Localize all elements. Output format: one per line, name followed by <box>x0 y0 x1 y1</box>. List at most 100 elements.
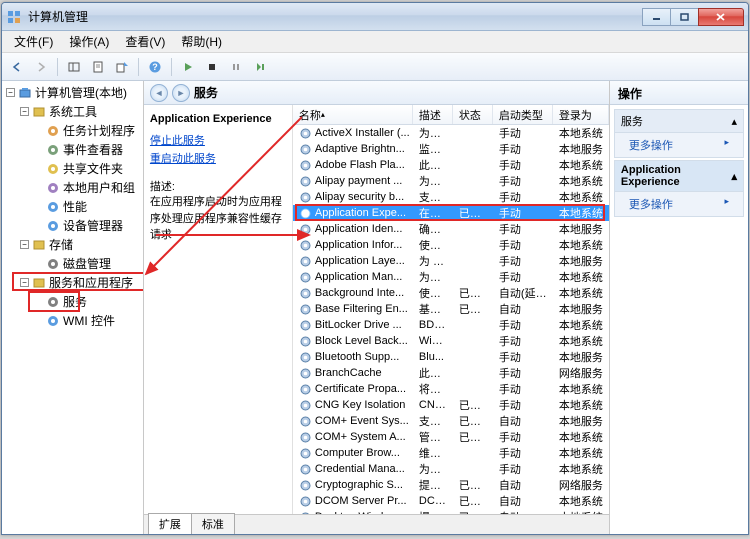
service-row[interactable]: COM+ Event Sys...支持...已启动自动本地服务 <box>293 413 609 429</box>
restart-button[interactable] <box>249 56 271 78</box>
tree-item[interactable]: 事件查看器 <box>2 140 143 159</box>
service-row[interactable]: Application Infor...使用...手动本地系统 <box>293 237 609 253</box>
maximize-button[interactable] <box>670 8 698 26</box>
service-name: Bluetooth Supp... <box>293 351 413 364</box>
close-button[interactable] <box>698 8 744 26</box>
actions-body: 服务▴更多操作 ▸Application Experience▴更多操作 ▸ <box>610 105 748 223</box>
menu-item[interactable]: 查看(V) <box>117 31 173 52</box>
tree-item[interactable]: 共享文件夹 <box>2 159 143 178</box>
stop-service-link[interactable]: 停止此服务 <box>150 133 286 151</box>
service-row[interactable]: Certificate Propa...将用...手动本地系统 <box>293 381 609 397</box>
menu-item[interactable]: 文件(F) <box>6 31 61 52</box>
service-row[interactable]: Base Filtering En...基本...已启动自动本地服务 <box>293 301 609 317</box>
service-row[interactable]: DCOM Server Pr...DCO...已启动自动本地系统 <box>293 493 609 509</box>
services-list[interactable]: 名称 ▴描述状态启动类型登录为ActiveX Installer (...为从.… <box>292 105 609 514</box>
service-row[interactable]: BranchCache此服...手动网络服务 <box>293 365 609 381</box>
service-startup: 自动(延迟... <box>493 285 553 301</box>
service-logon: 本地系统 <box>553 333 609 349</box>
service-row[interactable]: Desktop Windo...提供...已启动自动本地系统 <box>293 509 609 514</box>
gear-icon <box>299 127 312 140</box>
service-startup: 手动 <box>493 317 553 333</box>
service-row[interactable]: Background Inte...使用...已启动自动(延迟...本地系统 <box>293 285 609 301</box>
view-tab[interactable]: 标准 <box>191 513 235 534</box>
column-header[interactable]: 状态 <box>453 105 493 124</box>
service-desc: Win... <box>413 335 453 347</box>
menu-item[interactable]: 操作(A) <box>61 31 117 52</box>
service-row[interactable]: Cryptographic S...提供...已启动自动网络服务 <box>293 477 609 493</box>
play-button[interactable] <box>177 56 199 78</box>
service-row[interactable]: Application Expe...在应...已启动手动本地系统 <box>293 205 609 221</box>
window-buttons <box>642 8 744 26</box>
tree-root[interactable]: −计算机管理(本地) <box>2 83 143 102</box>
service-row[interactable]: BitLocker Drive ...BDE...手动本地系统 <box>293 317 609 333</box>
service-name: Block Level Back... <box>293 335 413 348</box>
service-row[interactable]: Bluetooth Supp...Blu...手动本地服务 <box>293 349 609 365</box>
service-row[interactable]: Adobe Flash Pla...此服...手动本地系统 <box>293 157 609 173</box>
service-row[interactable]: Adaptive Brightn...监视...手动本地服务 <box>293 141 609 157</box>
service-startup: 手动 <box>493 125 553 141</box>
service-row[interactable]: Application Iden...确定...手动本地服务 <box>293 221 609 237</box>
tree-item[interactable]: 性能 <box>2 197 143 216</box>
nav-back-icon[interactable]: ◄ <box>150 84 168 102</box>
service-desc: Blu... <box>413 351 453 363</box>
service-row[interactable]: Alipay payment ...为支...手动本地系统 <box>293 173 609 189</box>
service-row[interactable]: Credential Mana...为用...手动本地系统 <box>293 461 609 477</box>
service-startup: 手动 <box>493 157 553 173</box>
action-item[interactable]: 更多操作 ▸ <box>615 192 743 216</box>
actions-header: 操作 <box>610 81 748 105</box>
restart-service-link[interactable]: 重启动此服务 <box>150 151 286 169</box>
minimize-button[interactable] <box>642 8 670 26</box>
gear-icon <box>299 319 312 332</box>
service-desc: 基本... <box>413 301 453 317</box>
service-row[interactable]: Alipay security b...支付...手动本地系统 <box>293 189 609 205</box>
service-desc: 为 In... <box>413 253 453 269</box>
service-row[interactable]: Application Man...为通...手动本地系统 <box>293 269 609 285</box>
column-header[interactable]: 名称 ▴ <box>293 105 413 124</box>
tree-label: 性能 <box>63 198 87 215</box>
tree-item[interactable]: 本地用户和组 <box>2 178 143 197</box>
service-startup: 自动 <box>493 301 553 317</box>
tree-pane[interactable]: −计算机管理(本地)−系统工具任务计划程序事件查看器共享文件夹本地用户和组性能设… <box>2 81 144 534</box>
tree-item[interactable]: 任务计划程序 <box>2 121 143 140</box>
tree-item[interactable]: 设备管理器 <box>2 216 143 235</box>
action-item[interactable]: 更多操作 ▸ <box>615 133 743 157</box>
tree-group[interactable]: −存储 <box>2 235 143 254</box>
service-startup: 手动 <box>493 141 553 157</box>
tree-item[interactable]: 服务 <box>2 292 143 311</box>
back-button[interactable] <box>6 56 28 78</box>
clock-icon <box>46 124 60 138</box>
forward-button[interactable] <box>30 56 52 78</box>
service-row[interactable]: CNG Key IsolationCNG...已启动手动本地系统 <box>293 397 609 413</box>
service-logon: 本地系统 <box>553 205 609 221</box>
column-header[interactable]: 启动类型 <box>493 105 553 124</box>
service-row[interactable]: COM+ System A...管理...已启动手动本地系统 <box>293 429 609 445</box>
stop-button[interactable] <box>201 56 223 78</box>
column-header[interactable]: 描述 <box>413 105 453 124</box>
service-desc: 管理... <box>413 429 453 445</box>
nav-fwd-icon[interactable]: ► <box>172 84 190 102</box>
service-row[interactable]: Block Level Back...Win...手动本地系统 <box>293 333 609 349</box>
service-row[interactable]: ActiveX Installer (...为从...手动本地系统 <box>293 125 609 141</box>
service-name: ActiveX Installer (... <box>293 127 413 140</box>
service-row[interactable]: Computer Brow...维护...手动本地系统 <box>293 445 609 461</box>
column-header[interactable]: 登录为 <box>553 105 609 124</box>
pause-button[interactable] <box>225 56 247 78</box>
tree-group[interactable]: −系统工具 <box>2 102 143 121</box>
section-header[interactable]: 服务▴ <box>615 110 743 133</box>
show-hide-button[interactable] <box>63 56 85 78</box>
section-header[interactable]: Application Experience▴ <box>615 161 743 192</box>
gear-icon <box>299 447 312 460</box>
perf-icon <box>46 200 60 214</box>
service-startup: 手动 <box>493 349 553 365</box>
tree-group[interactable]: −服务和应用程序 <box>2 273 143 292</box>
properties-button[interactable] <box>87 56 109 78</box>
export-button[interactable] <box>111 56 133 78</box>
help-button[interactable]: ? <box>144 56 166 78</box>
tree-item[interactable]: WMI 控件 <box>2 311 143 330</box>
service-row[interactable]: Application Laye...为 In...手动本地服务 <box>293 253 609 269</box>
menu-item[interactable]: 帮助(H) <box>173 31 230 52</box>
tree-item[interactable]: 磁盘管理 <box>2 254 143 273</box>
collapse-icon: ▴ <box>731 115 737 128</box>
view-tab[interactable]: 扩展 <box>148 513 192 534</box>
service-logon: 本地服务 <box>553 301 609 317</box>
